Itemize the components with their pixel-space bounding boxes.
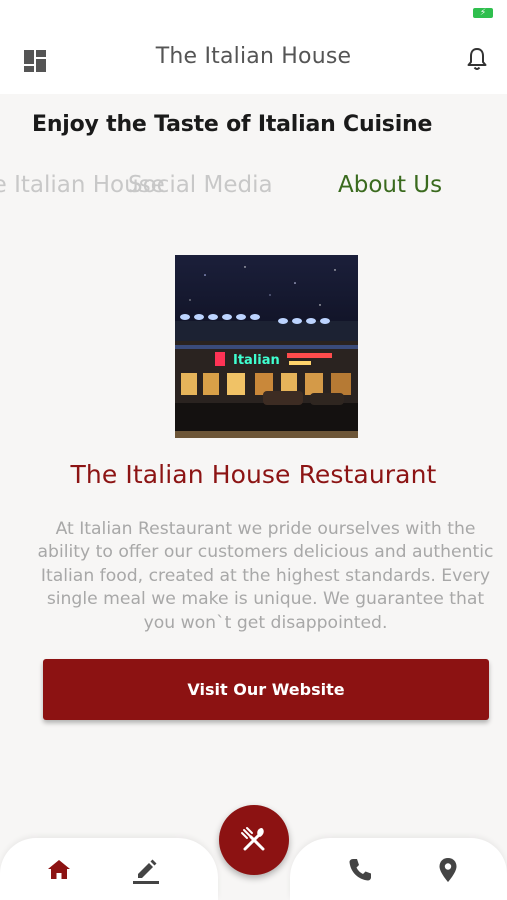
visit-website-button[interactable]: Visit Our Website	[43, 659, 489, 720]
app-title: The Italian House	[155, 44, 352, 69]
restaurant-description: At Italian Restaurant we pride ourselves…	[37, 519, 494, 633]
tab-about-us[interactable]: About Us	[338, 172, 442, 198]
page-headline: Enjoy the Taste of Italian Cuisine	[32, 112, 433, 137]
restaurant-photo-drawing: Italian	[175, 255, 358, 438]
tab-bar: The Italian House Social Media About Us	[0, 168, 507, 208]
home-icon[interactable]	[45, 856, 73, 884]
edit-icon[interactable]	[132, 856, 160, 884]
bell-icon[interactable]	[465, 46, 489, 72]
app-bar: The Italian House	[0, 26, 507, 94]
restaurant-photo: Italian	[175, 255, 358, 438]
menu-fab-button[interactable]	[219, 805, 289, 875]
phone-icon[interactable]	[346, 856, 374, 884]
fork-knife-icon	[241, 827, 265, 851]
restaurant-title: The Italian House Restaurant	[70, 460, 437, 489]
bottom-nav-left-panel	[0, 838, 218, 900]
tab-social-media[interactable]: Social Media	[128, 172, 273, 198]
status-bar: ⚡	[0, 0, 507, 26]
bottom-nav-right-panel	[290, 838, 507, 900]
location-pin-icon[interactable]	[434, 856, 462, 884]
neon-sign-text: Italian	[233, 353, 280, 368]
battery-charging-icon: ⚡	[473, 8, 493, 18]
